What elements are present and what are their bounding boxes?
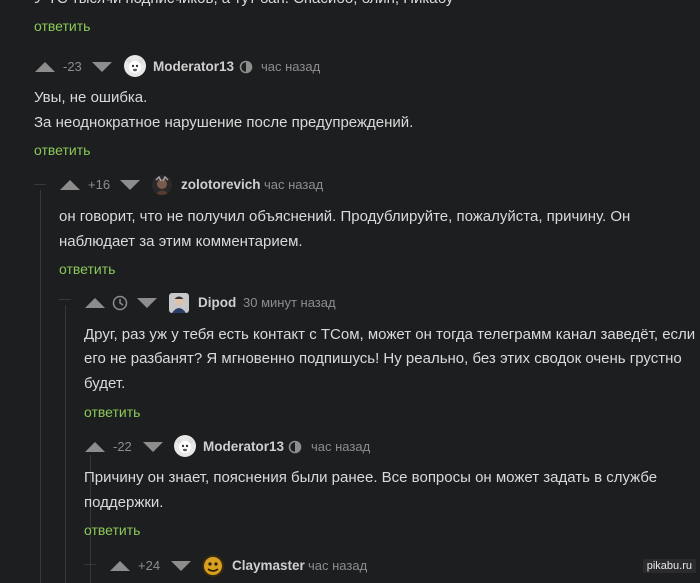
reply-link[interactable]: ответить xyxy=(34,18,90,34)
reply-link[interactable]: ответить xyxy=(84,404,140,420)
upvote-icon[interactable] xyxy=(34,61,56,73)
upvote-icon[interactable] xyxy=(84,297,106,309)
collapse-line[interactable] xyxy=(34,184,46,185)
comment-text-line: он говорит, что не получил объяснений. П… xyxy=(59,208,631,225)
timestamp: час назад xyxy=(308,558,368,573)
upvote-icon[interactable] xyxy=(84,441,106,453)
collapse-line[interactable] xyxy=(84,564,96,565)
username[interactable]: Claymaster xyxy=(232,558,305,573)
comment-score: +24 xyxy=(138,558,161,573)
downvote-icon[interactable] xyxy=(142,441,164,453)
comment-text-line: Причину он знает, пояснения были ранее. … xyxy=(84,469,658,486)
downvote-icon[interactable] xyxy=(136,297,158,309)
timestamp: час назад xyxy=(261,59,321,74)
avatar[interactable] xyxy=(124,55,146,77)
username[interactable]: Moderator13 xyxy=(153,59,234,74)
comment-score: -22 xyxy=(113,439,132,454)
timestamp: час назад xyxy=(264,177,324,192)
avatar[interactable] xyxy=(169,293,189,313)
downvote-icon[interactable] xyxy=(170,560,192,572)
reply-link[interactable]: ответить xyxy=(34,142,90,158)
thread-line xyxy=(40,190,41,583)
moderator-icon xyxy=(288,440,302,454)
avatar[interactable] xyxy=(202,555,224,577)
reply-link[interactable]: ответить xyxy=(84,522,140,538)
comment-text-line: будет. xyxy=(84,375,126,392)
comment-text-line: Увы, не ошибка. xyxy=(34,89,148,106)
comment-text-line: Друг, раз уж у тебя есть контакт с ТСом,… xyxy=(84,326,696,343)
comment-score: -23 xyxy=(63,59,82,74)
upvote-icon[interactable] xyxy=(109,560,131,572)
upvote-icon[interactable] xyxy=(59,179,81,191)
collapse-line[interactable] xyxy=(59,299,71,300)
thread-line xyxy=(65,305,66,583)
comment-score: +16 xyxy=(88,177,111,192)
comment-text-line: За неоднократное нарушение после предупр… xyxy=(34,114,414,131)
clock-icon xyxy=(112,295,128,311)
downvote-icon[interactable] xyxy=(91,61,113,73)
watermark: pikabu.ru xyxy=(642,559,696,573)
comment-text-line: поддержки. xyxy=(84,494,164,511)
timestamp: 30 минут назад xyxy=(243,295,336,310)
username[interactable]: Moderator13 xyxy=(203,439,284,454)
reply-link[interactable]: ответить xyxy=(59,261,115,277)
username[interactable]: Dipod xyxy=(198,295,236,310)
comment-text-line: его не разбанят? Я мгновенно подпишусь! … xyxy=(84,350,682,367)
comment-text: У ТС тысячи подписчиков, а тут бан. Спас… xyxy=(34,0,453,11)
avatar[interactable] xyxy=(174,435,196,457)
timestamp: час назад xyxy=(311,439,371,454)
downvote-icon[interactable] xyxy=(119,179,141,191)
moderator-icon xyxy=(239,60,253,74)
comment-text-line: наблюдает за этим комментарием. xyxy=(59,233,303,250)
username[interactable]: zolotorevich xyxy=(181,177,261,192)
avatar[interactable] xyxy=(152,175,172,195)
